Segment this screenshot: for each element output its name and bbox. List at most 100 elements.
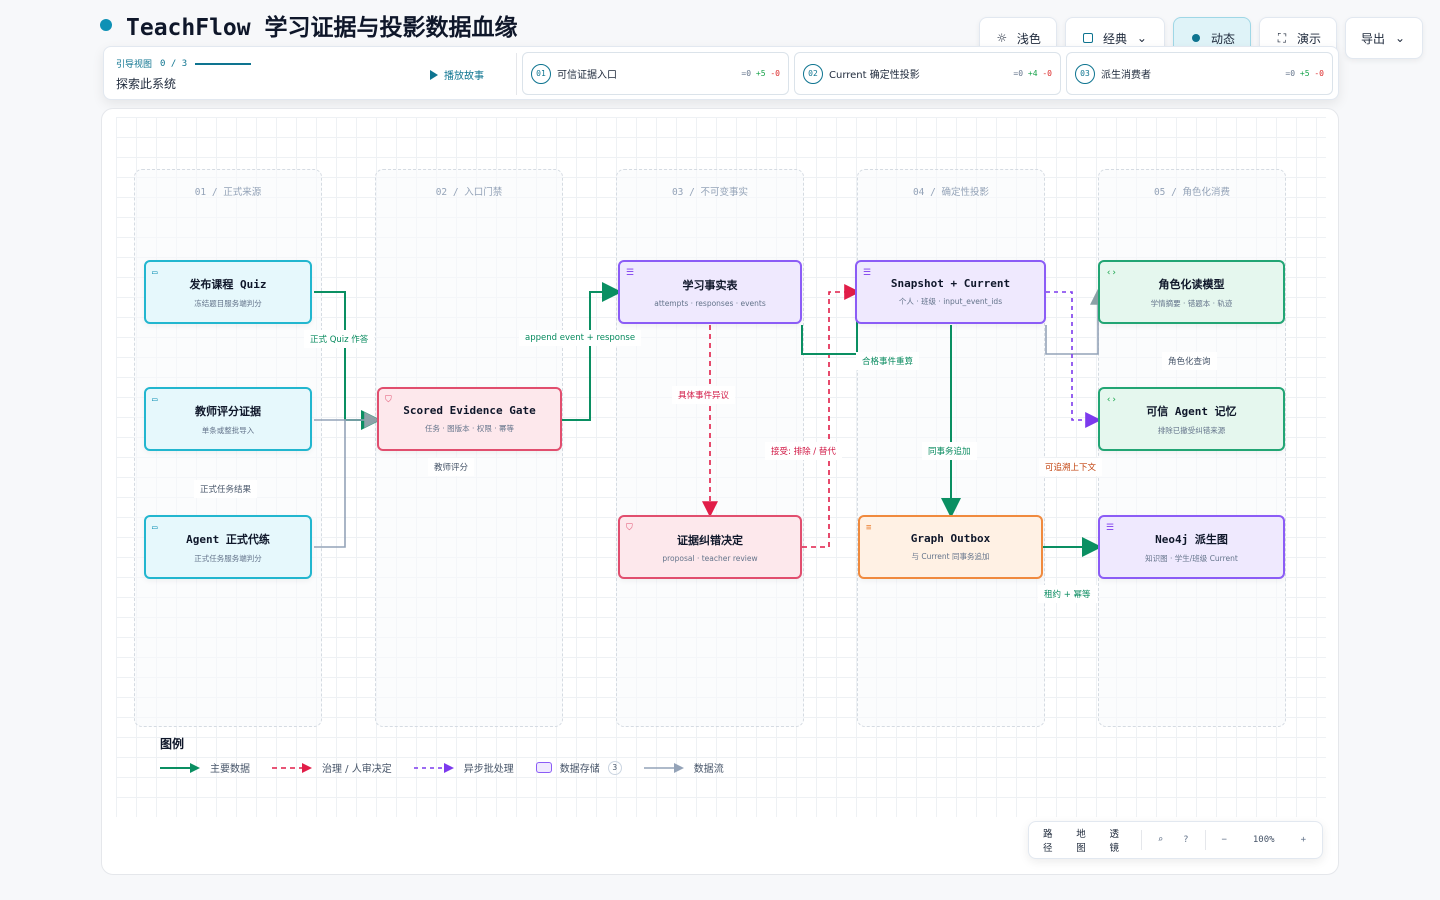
node-title: Snapshot + Current (890, 277, 1011, 290)
legend-data-store: 数据存储 3 (535, 760, 622, 775)
store-count-badge: 3 (607, 760, 622, 775)
node-title: 证据纠错决定 (677, 533, 743, 547)
classic-style-label: 经典 (1102, 31, 1127, 46)
node-course-quiz[interactable]: ▭ 发布课程 Quiz 冻结题目服务端判分 (144, 260, 312, 324)
node-subtitle: 单条或整批导入 (201, 425, 255, 435)
guide-panel: 引导视图 0 / 3 探索此系统 播放故事 01 可信证据入口 =0 +5 -0… (103, 46, 1339, 100)
lens-button[interactable]: 透镜 (1104, 828, 1133, 854)
window-icon: ▭ (152, 395, 158, 405)
node-snapshot-current[interactable]: ☰ Snapshot + Current 个人 · 班级 · input_eve… (855, 260, 1046, 324)
chevron-down-icon: ⌄ (1394, 31, 1406, 45)
step-number: 03 (1075, 63, 1095, 84)
solid-arrow-icon (160, 762, 200, 773)
node-subtitle: 冻结题目服务端判分 (194, 298, 262, 308)
code-icon: ‹› (1106, 268, 1117, 278)
play-icon (430, 69, 438, 80)
map-button[interactable]: 地图 (1070, 828, 1099, 854)
node-title: Graph Outbox (910, 532, 991, 545)
dot-icon (1189, 31, 1203, 45)
shield-icon: ⛉ (626, 523, 633, 533)
edge-label-append: append event + response (519, 330, 642, 346)
search-icon[interactable]: ⌕ (1150, 835, 1171, 845)
node-subtitle: 知识图 · 学生/班级 Current (1145, 553, 1238, 563)
edge-label-lease: 租约 + 幂等 (1038, 585, 1097, 603)
node-title: Scored Evidence Gate (403, 404, 536, 417)
export-button[interactable]: 导出 ⌄ (1344, 17, 1423, 59)
edge-snapshot-memory (1046, 291, 1102, 428)
node-subtitle: attempts · responses · events (654, 298, 766, 308)
node-title: 学习事实表 (682, 278, 738, 292)
window-icon: ▭ (152, 268, 158, 278)
legend-governance: 治理 / 人审决定 (272, 760, 392, 775)
node-title: 教师评分证据 (195, 404, 261, 418)
edge-label-accept: 接受: 排除 / 替代 (765, 442, 842, 460)
node-title: Agent 正式代练 (186, 532, 270, 546)
code-icon: ‹› (1106, 395, 1117, 405)
list-icon: ≡ (866, 523, 872, 533)
node-role-read-model[interactable]: ‹› 角色化读模型 学情摘要 · 错题本 · 轨迹 (1098, 260, 1285, 324)
node-graph-outbox[interactable]: ≡ Graph Outbox 与 Current 同事务追加 (858, 515, 1043, 579)
legend-async: 异步批处理 (413, 760, 514, 775)
node-evidence-correction[interactable]: ⛉ 证据纠错决定 proposal · teacher review (618, 515, 802, 579)
node-agent-memory[interactable]: ‹› 可信 Agent 记忆 排除已撤受纠错来源 (1098, 387, 1285, 451)
step-label: 可信证据入口 (557, 70, 617, 81)
guide-kicker: 引导视图 (116, 60, 153, 70)
node-title: 可信 Agent 记忆 (1146, 404, 1237, 418)
database-icon: ☰ (626, 268, 635, 278)
edge-label-teacher-score: 教师评分 (428, 458, 475, 476)
node-title: 角色化读模型 (1158, 277, 1225, 291)
sun-icon: ☼ (996, 31, 1008, 45)
guide-progress-bar (195, 62, 252, 65)
path-button[interactable]: 路径 (1037, 828, 1066, 854)
node-teacher-evidence[interactable]: ▭ 教师评分证据 单条或整批导入 (144, 387, 312, 451)
edge-agent-gate (314, 420, 346, 548)
zoom-level: 100% (1252, 835, 1275, 845)
title-dot-icon (100, 19, 112, 31)
step-diff: =0 +5 -0 (741, 69, 780, 78)
store-swatch-icon (535, 762, 552, 773)
node-subtitle: 任务 · 图版本 · 权限 · 幂等 (425, 424, 514, 433)
guide-step-1[interactable]: 01 可信证据入口 =0 +5 -0 (522, 52, 789, 95)
node-neo4j-graph[interactable]: ☰ Neo4j 派生图 知识图 · 学生/班级 Current (1098, 515, 1285, 579)
node-evidence-gate[interactable]: ⛉ Scored Evidence Gate 任务 · 图版本 · 权限 · 幂… (377, 387, 562, 451)
light-theme-label: 浅色 (1016, 31, 1041, 46)
node-title: Neo4j 派生图 (1155, 532, 1228, 546)
play-story-button[interactable]: 播放故事 (430, 67, 484, 82)
zoom-out-button[interactable]: − (1213, 835, 1234, 845)
node-learning-facts[interactable]: ☰ 学习事实表 attempts · responses · events (618, 260, 802, 324)
step-number: 02 (803, 63, 823, 84)
legend-main-data: 主要数据 (160, 760, 250, 775)
edge-label-quiz-answer: 正式 Quiz 作答 (304, 330, 375, 348)
dashed-red-arrow-icon (272, 762, 312, 773)
database-icon: ☰ (1106, 523, 1115, 533)
chevron-down-icon: ⌄ (1136, 31, 1147, 45)
legend: 图例 主要数据 治理 / 人审决定 异步批处理 数据存储 3 数据流 (160, 735, 724, 775)
play-story-label: 播放故事 (444, 71, 484, 82)
edge-correction-snapshot (802, 284, 861, 548)
edge-gate-facts (562, 282, 622, 421)
guide-step-3[interactable]: 03 派生消费者 =0 +5 -0 (1066, 52, 1333, 95)
dynamic-mode-label: 动态 (1210, 31, 1235, 46)
guide-step-2[interactable]: 02 Current 确定性投影 =0 +4 -0 (794, 52, 1061, 95)
title-row: TeachFlow 学习证据与投影数据血缘 (100, 8, 517, 42)
zoom-in-button[interactable]: + (1293, 835, 1314, 845)
node-subtitle: proposal · teacher review (662, 553, 758, 563)
step-label: Current 确定性投影 (829, 70, 920, 81)
edge-label-dispute: 具体事件异议 (672, 386, 736, 404)
node-subtitle: 个人 · 班级 · input_event_ids (898, 297, 1003, 306)
node-title: 发布课程 Quiz (189, 277, 267, 291)
node-subtitle: 与 Current 同事务追加 (911, 552, 990, 561)
help-icon[interactable]: ? (1175, 835, 1196, 845)
shield-icon: ⛉ (385, 395, 392, 405)
window-icon: ▭ (152, 523, 158, 533)
fullscreen-icon: ⛶ (1277, 30, 1287, 45)
diagram-canvas[interactable]: 01 / 正式来源 02 / 入口门禁 03 / 不可变事实 04 / 确定性投… (101, 108, 1339, 875)
edge-label-traceable: 可追溯上下文 (1039, 458, 1103, 476)
node-subtitle: 学情摘要 · 错题本 · 轨迹 (1150, 298, 1233, 308)
present-label: 演示 (1296, 31, 1321, 46)
node-agent-practice[interactable]: ▭ Agent 正式代练 正式任务服务端判分 (144, 515, 312, 579)
dashed-purple-arrow-icon (413, 762, 454, 773)
guide-progress: 0 / 3 (160, 58, 188, 69)
legend-data-flow: 数据流 (643, 760, 724, 775)
square-icon (1081, 31, 1095, 45)
